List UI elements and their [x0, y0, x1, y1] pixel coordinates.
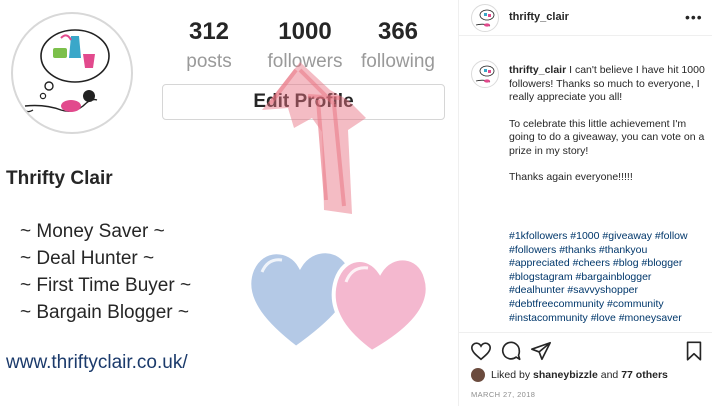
stat-label: posts: [186, 51, 232, 72]
post-header: thrifty_clair •••: [459, 0, 712, 36]
bookmark-icon[interactable]: [683, 340, 705, 362]
instagram-post: 312 posts 1000 followers 366 following E…: [0, 0, 712, 406]
avatar-illustration: [475, 65, 495, 83]
stat-label: followers: [267, 51, 343, 72]
stat-value: 366: [377, 18, 419, 45]
caption-paragraph: Thanks again everyone!!!!!: [509, 171, 633, 183]
profile-avatar: [11, 12, 133, 134]
liked-prefix: Liked by: [491, 369, 531, 381]
stat-value: 312: [188, 18, 230, 45]
more-horizontal-icon[interactable]: •••: [685, 9, 703, 25]
avatar-illustration: [475, 9, 495, 27]
divider: [459, 332, 712, 333]
liker-avatar[interactable]: [471, 368, 485, 382]
post-username[interactable]: thrifty_clair: [509, 11, 569, 23]
pink-heart-icon: [331, 256, 430, 355]
caption-paragraph: thrifty_clair I can't believe I have hit…: [509, 64, 707, 105]
bio-line: ~ First Time Buyer ~: [20, 275, 192, 296]
post-sidebar: thrifty_clair ••• thrifty_clair I can't …: [459, 0, 712, 406]
stat-value: 1000: [278, 18, 332, 45]
edit-profile-button[interactable]: Edit Profile: [162, 84, 445, 120]
bio-line: ~ Money Saver ~: [20, 221, 165, 242]
user-avatar[interactable]: [471, 4, 499, 32]
thought-bubble-illustration: [22, 29, 110, 113]
liked-user[interactable]: shaneybizzle: [533, 369, 598, 381]
comment-icon[interactable]: [500, 340, 522, 362]
liked-others[interactable]: 77 others: [621, 369, 668, 381]
heart-icon[interactable]: [470, 340, 492, 362]
stat-following[interactable]: 366 following: [355, 18, 441, 75]
caption-paragraph: To celebrate this little achievement I'm…: [509, 117, 705, 157]
hashtags[interactable]: #1kfollowers #1000 #giveaway #follow #fo…: [509, 230, 707, 325]
blue-heart-icon: [247, 249, 355, 351]
share-icon[interactable]: [530, 340, 552, 362]
caption-username[interactable]: thrifty_clair: [509, 64, 566, 76]
stat-followers[interactable]: 1000 followers: [262, 18, 348, 75]
liked-by: Liked by shaneybizzle and 77 others: [471, 367, 668, 383]
stat-posts[interactable]: 312 posts: [180, 18, 238, 75]
caption-avatar[interactable]: [471, 60, 499, 88]
profile-name: Thrifty Clair: [6, 168, 113, 189]
bio-line: ~ Deal Hunter ~: [20, 248, 155, 269]
website-link[interactable]: www.thriftyclair.co.uk/: [6, 352, 188, 374]
bio-line: ~ Bargain Blogger ~: [20, 302, 190, 323]
post-date[interactable]: MARCH 27, 2018: [471, 390, 535, 399]
post-image[interactable]: 312 posts 1000 followers 366 following E…: [0, 0, 459, 406]
post-caption: thrifty_clair I can't believe I have hit…: [509, 64, 707, 198]
liked-and: and: [600, 369, 619, 381]
stat-label: following: [361, 51, 435, 72]
